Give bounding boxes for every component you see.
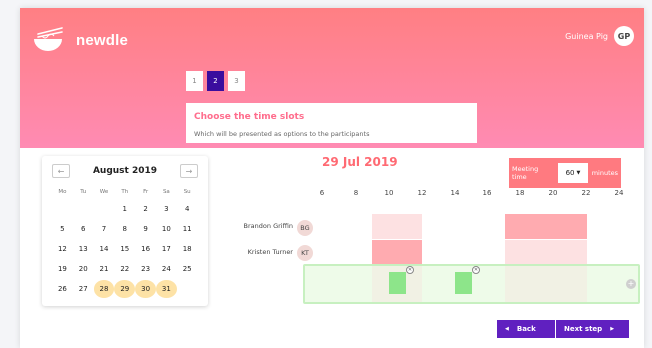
remove-slot-icon[interactable]: ✕ bbox=[472, 266, 480, 274]
back-button[interactable]: ◀ Back bbox=[497, 320, 555, 338]
hour-tick: 14 bbox=[450, 189, 460, 197]
hour-tick: 12 bbox=[417, 189, 427, 197]
next-step-button[interactable]: Next step ▶ bbox=[556, 320, 629, 338]
hour-tick: 22 bbox=[581, 189, 591, 197]
timeline: 6 8 10 12 14 16 18 20 22 24 Brandon Grif… bbox=[20, 8, 644, 348]
hour-tick: 18 bbox=[515, 189, 525, 197]
hour-tick: 16 bbox=[482, 189, 492, 197]
participant-name: Kristen Turner bbox=[247, 248, 293, 256]
arrow-right-icon: ▶ bbox=[610, 326, 615, 332]
participant-avatar: KT bbox=[297, 245, 313, 261]
hour-tick: 6 bbox=[319, 189, 325, 197]
busy-block bbox=[505, 214, 587, 239]
hour-tick: 24 bbox=[614, 189, 624, 197]
busy-block bbox=[372, 214, 422, 239]
hour-tick: 20 bbox=[548, 189, 558, 197]
next-step-label: Next step bbox=[564, 325, 603, 333]
busy-block bbox=[505, 240, 587, 265]
app-frame: newdle Guinea Pig GP 1 2 3 Choose the ti… bbox=[20, 8, 644, 348]
arrow-left-icon: ◀ bbox=[505, 326, 509, 332]
remove-slot-icon[interactable]: ✕ bbox=[406, 266, 414, 274]
hour-tick: 10 bbox=[384, 189, 394, 197]
timeslot[interactable] bbox=[389, 272, 406, 294]
hour-tick: 8 bbox=[353, 189, 359, 197]
busy-block bbox=[372, 240, 422, 265]
back-button-label: Back bbox=[516, 325, 536, 333]
busy-overlay bbox=[505, 266, 587, 302]
participant-name: Brandon Griffin bbox=[243, 222, 293, 230]
timeslot[interactable] bbox=[455, 272, 472, 294]
participant-avatar: BG bbox=[297, 220, 313, 236]
add-slot-icon[interactable]: + bbox=[626, 279, 636, 289]
